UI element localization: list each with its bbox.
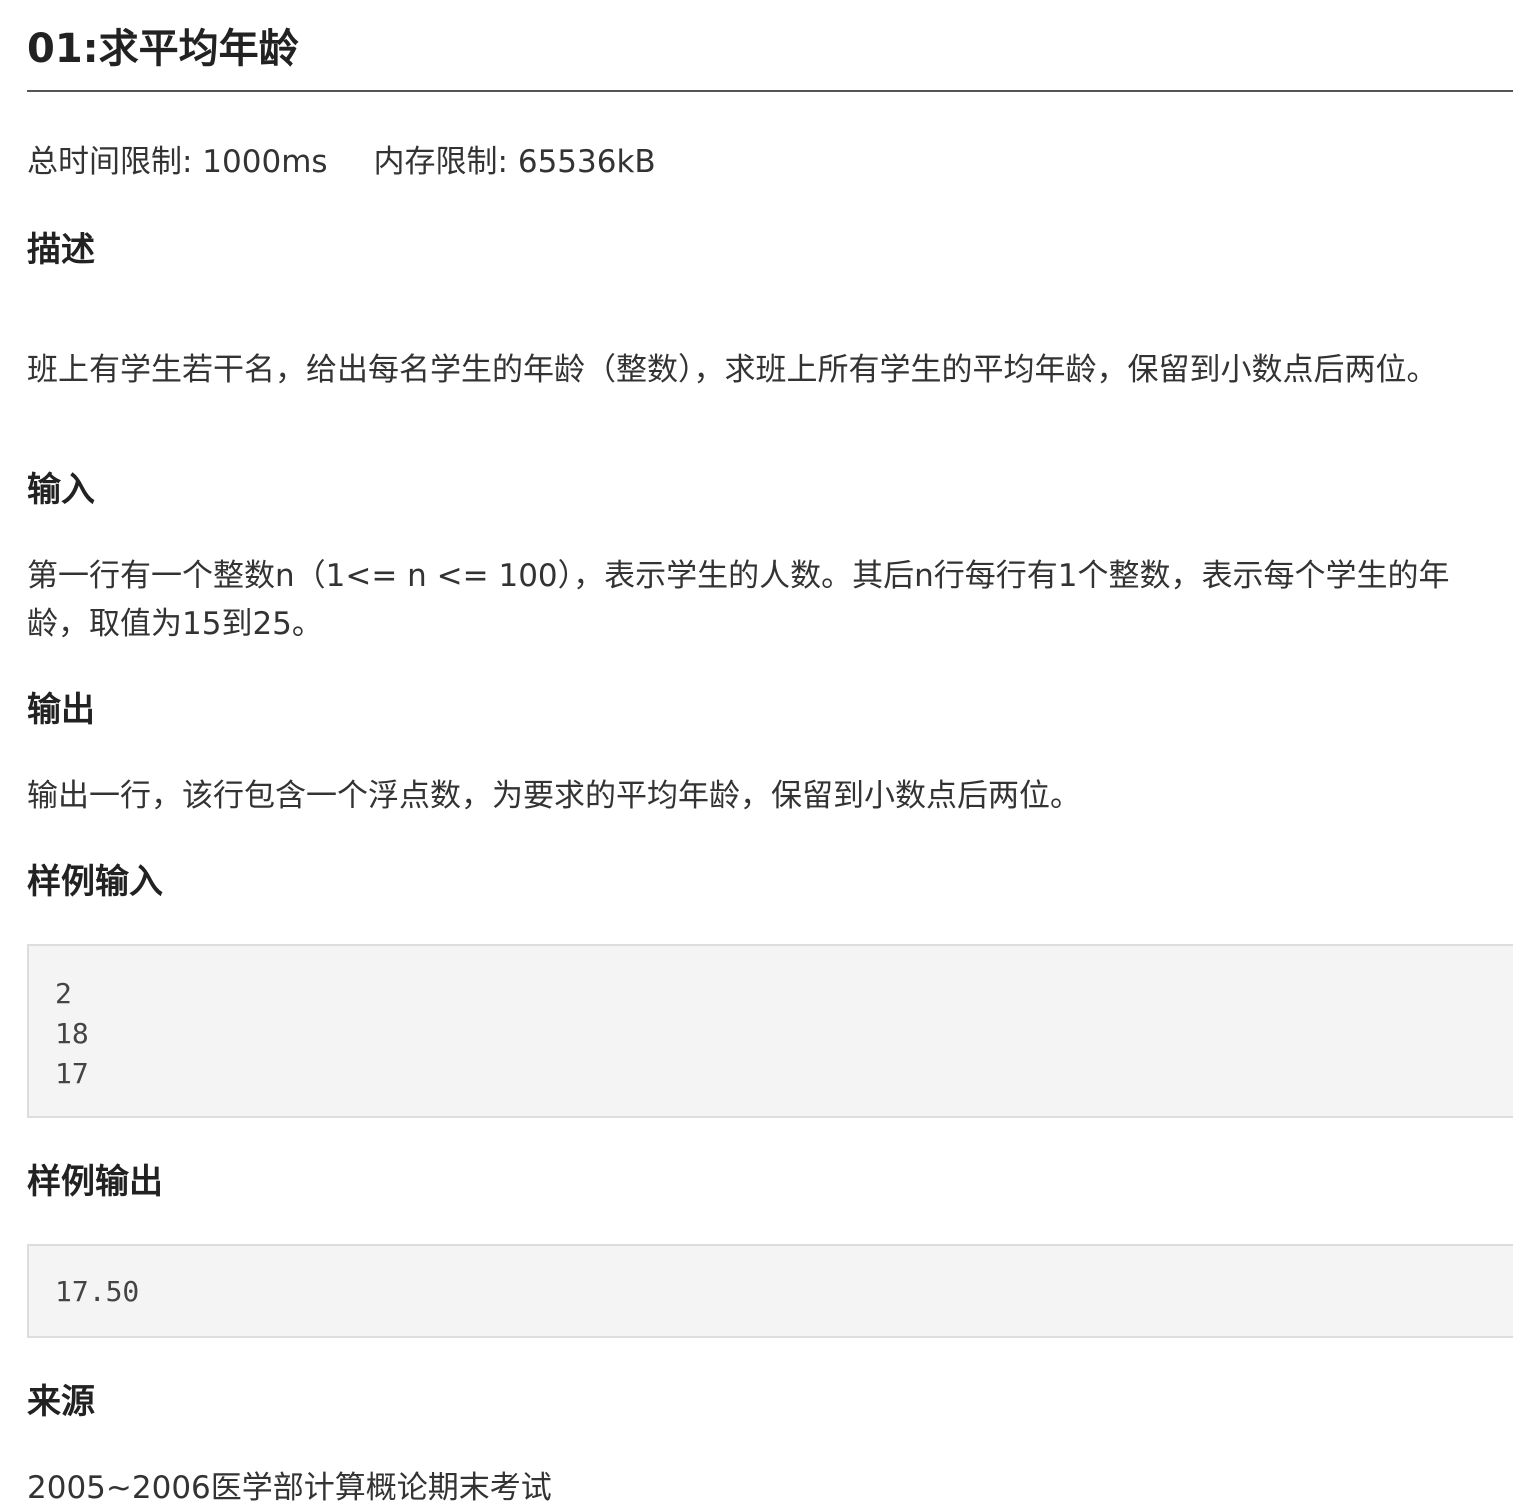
title-divider <box>27 90 1513 92</box>
sample-output-box: 17.50 <box>27 1244 1513 1338</box>
input-heading: 输入 <box>27 470 95 510</box>
sample-input-box: 2 18 17 <box>27 944 1513 1118</box>
limits-line: 总时间限制: 1000ms 内存限制: 65536kB <box>27 140 656 184</box>
output-heading: 输出 <box>27 690 95 730</box>
source-text: 2005~2006医学部计算概论期末考试 <box>27 1470 552 1506</box>
sample-input-code: 2 18 17 <box>55 977 89 1090</box>
sample-output-code: 17.50 <box>55 1275 140 1308</box>
output-text: 输出一行，该行包含一个浮点数，为要求的平均年龄，保留到小数点后两位。 <box>27 778 1081 814</box>
description-text: 班上有学生若干名，给出每名学生的年龄（整数），求班上所有学生的平均年龄，保留到小… <box>27 352 1438 388</box>
sample-input-heading: 样例输入 <box>27 862 163 902</box>
input-text: 第一行有一个整数n（1<= n <= 100），表示学生的人数。其后n行每行有1… <box>27 558 1450 642</box>
problem-title: 01:求平均年龄 <box>27 26 299 72</box>
time-limit: 总时间限制: 1000ms <box>27 144 328 180</box>
description-heading: 描述 <box>27 230 95 270</box>
sample-output-heading: 样例输出 <box>27 1162 163 1202</box>
problem-page: 01:求平均年龄 总时间限制: 1000ms 内存限制: 65536kB 描述 班… <box>27 0 1513 1506</box>
source-heading: 来源 <box>27 1382 95 1422</box>
memory-limit: 内存限制: 65536kB <box>373 144 656 180</box>
